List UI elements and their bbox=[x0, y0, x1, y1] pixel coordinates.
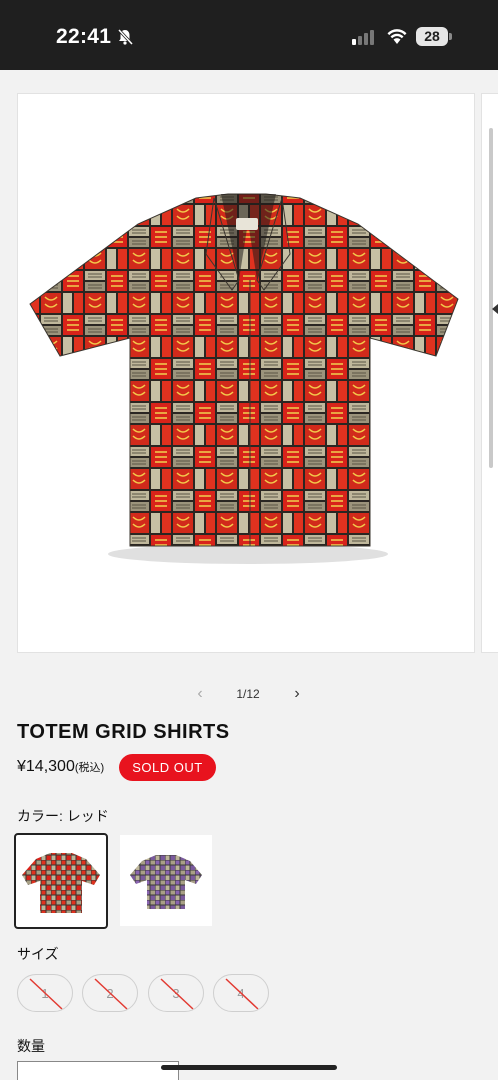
image-pager: ‹ 1/12 › bbox=[0, 683, 498, 705]
home-indicator[interactable] bbox=[161, 1065, 337, 1070]
status-time: 22:41 bbox=[56, 25, 112, 48]
size-label: サイズ bbox=[17, 946, 59, 962]
status-bar: 22:41 28 bbox=[0, 0, 498, 70]
size-option-1[interactable]: 1 bbox=[17, 974, 73, 1012]
cellular-signal-icon bbox=[352, 30, 374, 45]
sold-out-badge: SOLD OUT bbox=[119, 754, 216, 781]
tax-note: (税込) bbox=[74, 762, 105, 774]
unavailable-strike bbox=[160, 978, 194, 1010]
chevron-right-icon[interactable]: › bbox=[288, 683, 306, 705]
bell-slash-icon bbox=[117, 28, 134, 46]
unavailable-strike bbox=[225, 978, 259, 1010]
unavailable-strike bbox=[94, 978, 128, 1010]
image-counter: 1/12 bbox=[236, 687, 260, 701]
product-title: TOTEM GRID SHIRTS bbox=[17, 721, 230, 743]
red-shirt-thumbnail bbox=[22, 853, 100, 913]
wifi-icon bbox=[387, 29, 407, 44]
product-price: ¥14,300 bbox=[17, 758, 75, 775]
size-option-2[interactable]: 2 bbox=[82, 974, 138, 1012]
size-option-4[interactable]: 4 bbox=[213, 974, 269, 1012]
scroll-indicator bbox=[489, 128, 493, 468]
color-swatch-red[interactable] bbox=[14, 833, 108, 929]
size-option-3[interactable]: 3 bbox=[148, 974, 204, 1012]
product-price-row: ¥14,300(税込) bbox=[17, 758, 104, 776]
product-image-carousel[interactable] bbox=[17, 93, 475, 653]
product-image bbox=[29, 193, 459, 564]
battery-tip bbox=[449, 33, 452, 40]
chevron-left-icon[interactable]: ‹ bbox=[191, 683, 209, 705]
quantity-selector[interactable] bbox=[17, 1061, 179, 1080]
color-label: カラー: レッド bbox=[17, 808, 109, 824]
edge-arrow-icon[interactable] bbox=[492, 304, 498, 314]
purple-shirt-thumbnail bbox=[130, 855, 202, 909]
color-swatch-purple[interactable] bbox=[120, 835, 212, 926]
quantity-label: 数量 bbox=[17, 1038, 45, 1054]
battery-indicator: 28 bbox=[416, 27, 448, 46]
unavailable-strike bbox=[29, 978, 63, 1010]
